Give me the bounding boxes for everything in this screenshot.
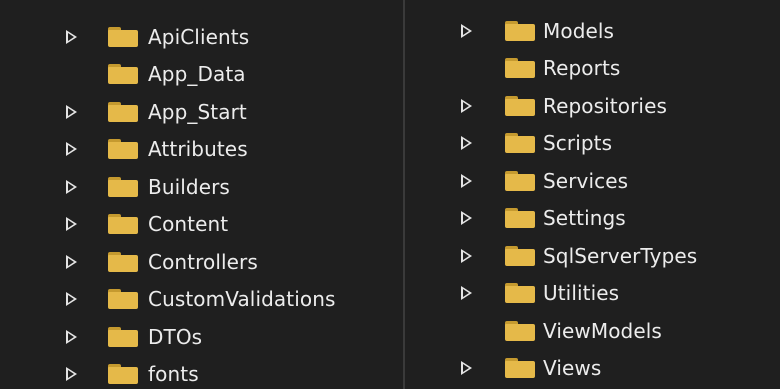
expand-arrow-icon[interactable] [66, 329, 77, 344]
expand-arrow-icon[interactable] [461, 211, 472, 226]
solution-explorer-screenshot: ApiClients App_Data App_Start Attributes… [0, 0, 780, 389]
folder-label: Views [543, 356, 602, 381]
folder-icon [108, 101, 138, 122]
expand-arrow-icon[interactable] [66, 254, 77, 269]
folder-label: ApiClients [148, 24, 250, 49]
expand-arrow-icon[interactable] [461, 248, 472, 263]
expand-arrow-icon[interactable] [66, 104, 77, 119]
folder-tree-right-panel: Models Reports Repositories Scripts Serv… [405, 0, 780, 389]
folder-icon [108, 176, 138, 197]
folder-icon [505, 58, 535, 79]
expand-arrow-icon[interactable] [461, 98, 472, 113]
folder-icon [108, 289, 138, 310]
folder-label: Reports [543, 56, 621, 81]
folder-icon [505, 245, 535, 266]
expand-arrow-icon[interactable] [66, 217, 77, 232]
folder-icon [505, 170, 535, 191]
folder-label: Services [543, 168, 629, 193]
folder-icon [505, 95, 535, 116]
expand-arrow-icon[interactable] [461, 361, 472, 376]
folder-icon [108, 326, 138, 347]
expand-arrow-icon[interactable] [461, 136, 472, 151]
folder-tree-left-panel: ApiClients App_Data App_Start Attributes… [0, 0, 403, 389]
folder-icon [505, 133, 535, 154]
expand-arrow-icon[interactable] [66, 367, 77, 382]
folder-icon [108, 139, 138, 160]
folder-icon [108, 214, 138, 235]
expand-arrow-icon[interactable] [66, 142, 77, 157]
folder-icon [108, 26, 138, 47]
expand-arrow-icon[interactable] [461, 286, 472, 301]
folder-icon [108, 64, 138, 85]
expand-arrow-icon[interactable] [66, 29, 77, 44]
folder-label: CustomValidations [148, 287, 336, 312]
folder-label: Controllers [148, 249, 258, 274]
folder-icon [505, 208, 535, 229]
folder-label: App_Data [148, 62, 246, 87]
folder-label: Utilities [543, 281, 620, 306]
folder-label: Models [543, 18, 615, 43]
folder-icon [108, 364, 138, 385]
folder-label: Content [148, 212, 229, 237]
expand-arrow-icon[interactable] [461, 173, 472, 188]
folder-icon [505, 20, 535, 41]
folder-label: DTOs [148, 324, 203, 349]
folder-label: Repositories [543, 93, 667, 118]
folder-icon [108, 251, 138, 272]
folder-label: Settings [543, 206, 626, 231]
folder-icon [505, 283, 535, 304]
folder-label: SqlServerTypes [543, 243, 698, 268]
expand-arrow-icon[interactable] [66, 292, 77, 307]
folder-label: ViewModels [543, 318, 662, 343]
folder-label: Scripts [543, 131, 613, 156]
expand-arrow-icon[interactable] [461, 23, 472, 38]
folder-label: Attributes [148, 137, 248, 162]
folder-label: Builders [148, 174, 230, 199]
folder-label: fonts [148, 362, 199, 387]
expand-arrow-icon[interactable] [66, 179, 77, 194]
folder-icon [505, 358, 535, 379]
folder-label: App_Start [148, 99, 247, 124]
folder-icon [505, 320, 535, 341]
